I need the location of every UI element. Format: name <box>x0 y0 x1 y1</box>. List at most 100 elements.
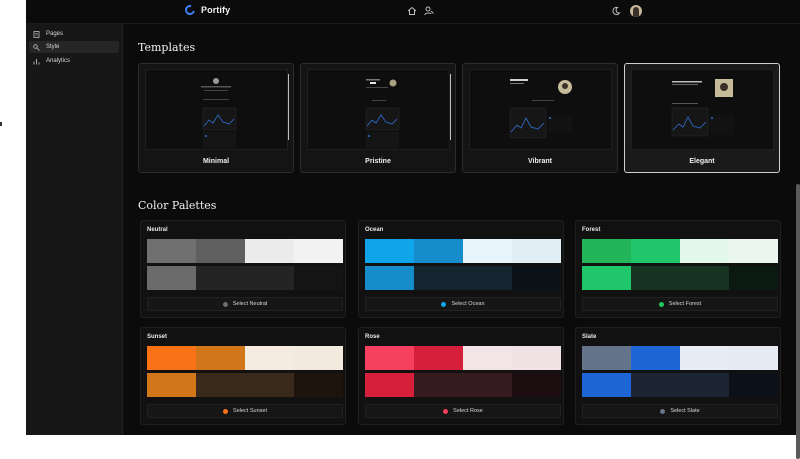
select-palette-label: Select Slate <box>670 408 700 414</box>
scrollbar[interactable] <box>796 184 800 459</box>
color-swatch <box>512 346 561 370</box>
color-swatch <box>582 346 631 370</box>
color-swatch <box>582 266 631 290</box>
color-swatch <box>512 266 561 290</box>
color-swatch <box>729 266 778 290</box>
pages-icon <box>33 30 40 38</box>
select-palette-button[interactable]: Select Ocean <box>365 297 561 311</box>
swatch-row <box>582 239 778 263</box>
palette-card-forest: Forest Select Forest <box>575 220 781 318</box>
style-icon <box>33 43 40 51</box>
color-swatch <box>680 266 729 290</box>
color-swatch <box>631 266 680 290</box>
select-palette-label: Select Neutral <box>232 301 268 307</box>
palette-name: Forest <box>582 227 601 233</box>
swatch-row <box>147 239 343 263</box>
template-label: Vibrant <box>528 158 552 165</box>
template-card-minimal[interactable]: Minimal <box>138 63 294 173</box>
color-swatch <box>631 239 680 263</box>
color-swatch <box>414 266 463 290</box>
color-swatch <box>245 239 294 263</box>
select-palette-button[interactable]: Select Forest <box>582 297 778 311</box>
color-swatch <box>294 266 343 290</box>
select-palette-button[interactable]: Select Sunset <box>147 404 343 418</box>
palette-name: Slate <box>582 334 597 340</box>
sidebar-item-label: Pages <box>46 31 64 37</box>
color-swatch <box>196 239 245 263</box>
select-palette-label: Select Rose <box>453 408 483 414</box>
color-swatch <box>463 346 512 370</box>
home-icon[interactable] <box>406 6 418 18</box>
color-swatch <box>147 266 196 290</box>
palette-card-sunset: Sunset Select Sunset <box>140 327 346 425</box>
color-swatch <box>414 239 463 263</box>
color-swatch <box>294 373 343 397</box>
select-palette-button[interactable]: Select Slate <box>582 404 778 418</box>
swatch-row <box>365 239 561 263</box>
top-bar: Portify <box>26 0 800 24</box>
palette-card-rose: Rose Select Rose <box>358 327 564 425</box>
user-settings-icon[interactable] <box>423 6 435 18</box>
color-swatch <box>582 373 631 397</box>
swatch-row <box>147 373 343 397</box>
palette-card-neutral: Neutral Select Neutral <box>140 220 346 318</box>
color-swatch <box>365 266 414 290</box>
brand[interactable]: Portify <box>183 3 230 17</box>
template-preview <box>307 69 451 150</box>
template-label: Elegant <box>689 158 715 165</box>
select-palette-label: Select Forest <box>668 301 702 307</box>
color-swatch <box>196 373 245 397</box>
color-swatch <box>147 239 196 263</box>
color-swatch <box>680 373 729 397</box>
color-swatch <box>414 346 463 370</box>
swatch-row <box>582 266 778 290</box>
sidebar-item-label: Style <box>46 44 60 50</box>
template-label: Pristine <box>365 158 391 165</box>
templates-heading: Templates <box>138 41 196 54</box>
select-palette-button[interactable]: Select Rose <box>365 404 561 418</box>
sidebar-item-style[interactable]: Style <box>29 41 119 53</box>
color-swatch <box>680 346 729 370</box>
swatch-row <box>365 346 561 370</box>
main-content: Templates Minimal Pristine Vibrant Elega… <box>123 24 800 459</box>
swatch-row <box>147 266 343 290</box>
sidebar-item-pages[interactable]: Pages <box>29 28 119 40</box>
select-palette-button[interactable]: Select Neutral <box>147 297 343 311</box>
select-palette-label: Select Sunset <box>233 408 267 414</box>
template-preview <box>469 69 612 150</box>
color-swatch <box>414 373 463 397</box>
swatch-row <box>147 346 343 370</box>
swatch-row <box>365 373 561 397</box>
color-swatch <box>729 373 778 397</box>
color-swatch <box>196 266 245 290</box>
color-swatch <box>196 346 245 370</box>
analytics-icon <box>33 58 40 65</box>
color-swatch <box>463 373 512 397</box>
palette-name: Neutral <box>147 227 168 233</box>
color-swatch <box>147 346 196 370</box>
template-preview <box>145 69 289 150</box>
color-swatch <box>245 373 294 397</box>
color-swatch <box>512 239 561 263</box>
template-label: Minimal <box>202 158 230 165</box>
template-card-vibrant[interactable]: Vibrant <box>462 63 618 173</box>
template-card-elegant[interactable]: Elegant <box>624 63 780 173</box>
color-swatch <box>294 346 343 370</box>
color-swatch <box>245 346 294 370</box>
sidebar-item-analytics[interactable]: Analytics <box>29 55 119 67</box>
color-swatch <box>729 346 778 370</box>
color-swatch <box>245 266 294 290</box>
brand-logo-icon <box>183 3 197 17</box>
palette-name: Rose <box>365 334 380 340</box>
sidebar-item-label: Analytics <box>46 58 71 64</box>
avatar[interactable] <box>630 5 642 17</box>
select-palette-label: Select Ocean <box>451 301 485 307</box>
color-swatch <box>365 373 414 397</box>
template-card-pristine[interactable]: Pristine <box>300 63 456 173</box>
theme-toggle-icon[interactable] <box>610 6 622 18</box>
color-swatch <box>680 239 729 263</box>
edge-marker <box>0 122 2 126</box>
palette-card-ocean: Ocean Select Ocean <box>358 220 564 318</box>
color-swatch <box>147 373 196 397</box>
palette-dot-icon <box>660 408 666 414</box>
